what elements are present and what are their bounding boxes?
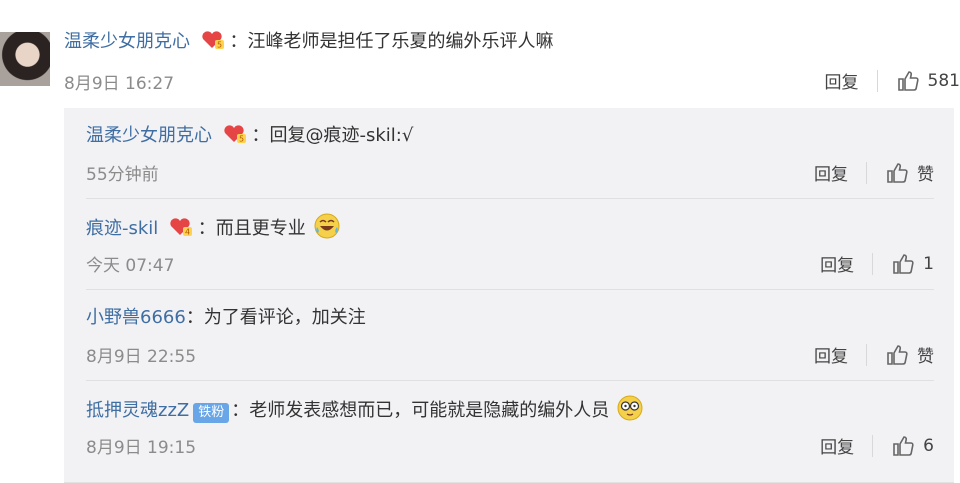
laughing-tears-emoji-icon: [314, 213, 340, 239]
svg-text:5: 5: [217, 41, 222, 50]
like-count[interactable]: 1: [923, 254, 934, 274]
main-like-count[interactable]: 581: [928, 71, 960, 91]
reply-time: 8月9日 22:55: [86, 347, 197, 367]
action-divider: [872, 434, 874, 457]
reply-button[interactable]: 回复: [814, 160, 848, 185]
reply-separator: ：: [185, 307, 204, 328]
like-count[interactable]: 赞: [917, 342, 934, 367]
reply-actions: 回复 赞: [814, 160, 934, 185]
reply-username[interactable]: 抵押灵魂zzZ: [86, 400, 189, 421]
main-username[interactable]: 温柔少女朋克心: [64, 31, 190, 52]
vip-heart-icon: 5: [202, 31, 224, 50]
reply-list: 温柔少女朋克心 5 ：回复@痕迹-skil:√ 55分钟前 回复 赞 痕迹-sk…: [64, 108, 954, 483]
reply-button[interactable]: 回复: [814, 342, 848, 367]
reply-button[interactable]: 回复: [820, 251, 854, 276]
action-divider: [866, 161, 867, 184]
reply-separator: ：: [197, 218, 216, 239]
user-avatar[interactable]: [0, 32, 50, 86]
reply-text: 回复@痕迹-skil:√: [269, 125, 414, 146]
action-divider: [866, 343, 867, 366]
reply-line: 痕迹-skil 4 ：而且更专业: [86, 213, 340, 243]
vip-heart-icon: 4: [170, 218, 193, 237]
reply-time: 8月9日 19:15: [86, 438, 197, 458]
reply-username[interactable]: 温柔少女朋克心: [86, 125, 212, 146]
thumbs-up-icon[interactable]: [885, 343, 909, 367]
reply-time: 今天 07:47: [86, 256, 175, 276]
like-count[interactable]: 赞: [917, 160, 934, 185]
action-divider: [872, 252, 874, 275]
main-comment-text: 汪峰老师是担任了乐夏的编外乐评人嘛: [247, 31, 554, 52]
reply-button[interactable]: 回复: [820, 433, 854, 458]
reply-item-3: 小野兽6666：为了看评论，加关注 8月9日 22:55 回复 赞: [86, 290, 934, 381]
thumbs-up-icon[interactable]: [885, 161, 909, 185]
reply-text: 为了看评论，加关注: [203, 307, 366, 328]
reply-username[interactable]: 痕迹-skil: [86, 218, 158, 239]
glasses-face-emoji-icon: [617, 395, 643, 421]
main-time: 8月9日 16:27: [64, 74, 175, 94]
reply-actions: 回复 1: [820, 251, 934, 276]
reply-text: 老师发表感想而已，可能就是隐藏的编外人员: [249, 400, 610, 421]
vip-heart-icon: 5: [224, 125, 246, 144]
reply-separator: ：: [251, 125, 270, 146]
thumbs-up-icon[interactable]: [896, 69, 920, 93]
reply-line: 温柔少女朋克心 5 ：回复@痕迹-skil:√: [86, 122, 413, 150]
thumbs-up-icon[interactable]: [891, 252, 915, 276]
thumbs-up-icon[interactable]: [891, 434, 915, 458]
reply-item-1: 温柔少女朋克心 5 ：回复@痕迹-skil:√ 55分钟前 回复 赞: [86, 108, 934, 199]
reply-item-4: 抵押灵魂zzZ 铁粉 ：老师发表感想而已，可能就是隐藏的编外人员 8月9日 19:1…: [86, 381, 934, 471]
main-reply-button[interactable]: 回复: [825, 68, 859, 93]
reply-separator: ：: [231, 400, 250, 421]
reply-actions: 回复 6: [820, 433, 934, 458]
main-action-divider: [876, 69, 878, 92]
svg-text:5: 5: [239, 135, 244, 144]
reply-line: 小野兽6666：为了看评论，加关注: [86, 304, 366, 332]
reply-actions: 回复 赞: [814, 342, 934, 367]
reply-line: 抵押灵魂zzZ 铁粉 ：老师发表感想而已，可能就是隐藏的编外人员: [86, 395, 643, 425]
reply-username[interactable]: 小野兽6666: [86, 307, 186, 328]
fan-badge: 铁粉: [193, 403, 230, 423]
svg-text:4: 4: [185, 228, 190, 237]
main-comment-line: 温柔少女朋克心 5 ：汪峰老师是担任了乐夏的编外乐评人嘛: [64, 28, 553, 56]
reply-text: 而且更专业: [215, 218, 306, 239]
reply-time: 55分钟前: [86, 165, 159, 185]
main-separator: ：: [229, 31, 248, 52]
like-count[interactable]: 6: [923, 436, 934, 456]
main-actions: 回复 581: [825, 68, 960, 93]
reply-item-2: 痕迹-skil 4 ：而且更专业 今天 07:47 回复 1: [86, 199, 934, 290]
